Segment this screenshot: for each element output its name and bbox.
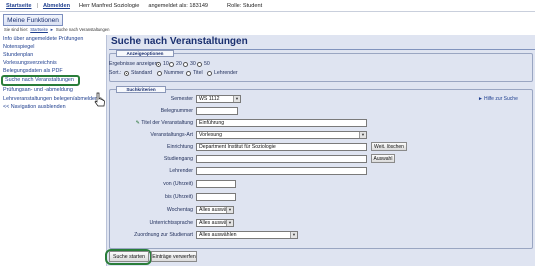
von-uhrzeit-field[interactable] — [196, 180, 236, 188]
einrichtung-field[interactable]: Department Institut für Soziologie — [196, 143, 367, 151]
results-radio-10[interactable] — [156, 61, 161, 67]
top-separator: | — [36, 2, 38, 9]
belegnummer-label: Belegnummer — [160, 108, 193, 114]
zuordnung-select[interactable]: Alles auswählen ▼ — [196, 231, 298, 239]
semester-label: Semester — [170, 96, 193, 102]
user-name: Herr Manfred Soziologie — [79, 2, 140, 9]
results-label: Ergebnisse anzeigen: — [109, 61, 159, 67]
logout-link[interactable]: Abmelden — [43, 3, 70, 9]
veranstaltungsart-label: Veranstaltungs-Art — [150, 132, 193, 138]
chevron-down-icon: ▼ — [226, 220, 233, 226]
bis-uhrzeit-field[interactable] — [196, 193, 236, 201]
tag-icon: ✎ — [135, 120, 140, 126]
display-options-legend: Anzeigeoptionen — [116, 50, 174, 57]
sidebar-item-belegen[interactable]: Lehrveranstaltungen belegen/abmelden — [3, 95, 105, 103]
sort-radio-nummer[interactable] — [157, 70, 162, 76]
zuordnung-label: Zuordnung zur Studienart — [134, 232, 193, 238]
results-radio-30[interactable] — [183, 61, 188, 67]
results-option-50[interactable]: 50 — [197, 61, 210, 67]
chevron-down-icon: ▼ — [233, 96, 240, 102]
breadcrumb: Sie sind hier: Startseite ► Suche nach V… — [4, 27, 109, 32]
chevron-down-icon: ▼ — [359, 132, 366, 138]
search-button[interactable]: Suche starten — [109, 251, 149, 262]
hand-cursor-icon — [94, 92, 105, 107]
reset-button[interactable]: Einträge verwerfen — [151, 251, 197, 262]
sidebar-item-pruefungsanmeldung[interactable]: Prüfungsan- und -abmeldung — [3, 86, 105, 94]
sidebar-item-stundenplan[interactable]: Stundenplan — [3, 51, 105, 59]
von-uhrzeit-label: von (Uhrzeit) — [163, 181, 193, 187]
bis-uhrzeit-label: bis (Uhrzeit) — [165, 194, 193, 200]
sort-option-standard[interactable]: Standard — [124, 70, 152, 76]
search-help-link[interactable]: ► Hilfe zur Suche — [478, 96, 518, 102]
main-panel: Suche nach Veranstaltungen Anzeigeoption… — [105, 35, 535, 266]
page-title: Suche nach Veranstaltungen — [111, 36, 248, 47]
titel-field[interactable]: Einführung — [196, 119, 367, 127]
results-radio-20[interactable] — [169, 61, 174, 67]
chevron-down-icon: ▼ — [226, 207, 233, 213]
sort-radio-standard[interactable] — [124, 70, 129, 76]
sidebar-item-hide-navigation[interactable]: << Navigation ausblenden — [3, 103, 105, 111]
search-help-label: Hilfe zur Suche — [483, 96, 518, 102]
sort-radio-titel[interactable] — [186, 70, 191, 76]
studiengang-label: Studiengang — [163, 156, 193, 162]
wochentag-label: Wochentag — [166, 207, 193, 213]
results-option-10[interactable]: 10 — [156, 61, 169, 67]
chevron-down-icon: ▼ — [290, 232, 297, 238]
veranstaltungsart-select[interactable]: Vorlesung ▼ — [196, 131, 367, 139]
titel-label: ✎ Titel der Veranstaltung — [135, 120, 193, 126]
lehrender-field[interactable] — [196, 167, 367, 175]
breadcrumb-home-link[interactable]: Startseite — [30, 27, 48, 32]
sort-option-lehrender[interactable]: Lehrender — [207, 70, 238, 76]
sidebar-item-vorlesungsverzeichnis[interactable]: Vorlesungsverzeichnis — [3, 59, 105, 67]
top-bar: Startseite | Abmelden Herr Manfred Sozio… — [0, 0, 535, 12]
einrichtung-clear-button[interactable]: Weit. löschen — [371, 142, 407, 151]
breadcrumb-arrow-icon: ► — [49, 27, 54, 32]
einrichtung-label: Einrichtung — [167, 144, 193, 150]
results-option-20[interactable]: 20 — [169, 61, 182, 67]
unterrichtssprache-select[interactable]: Alles auswä ▼ — [196, 219, 234, 227]
sidebar-item-suche[interactable]: Suche nach Veranstaltungen — [1, 75, 80, 87]
sort-option-nummer[interactable]: Nummer — [157, 70, 184, 76]
sort-label: Sort.: — [109, 70, 122, 76]
breadcrumb-current: Suche nach Veranstaltungen — [55, 27, 110, 32]
results-option-30[interactable]: 30 — [183, 61, 196, 67]
belegnummer-field[interactable] — [196, 107, 238, 115]
sidebar-item-notenspiegel[interactable]: Notenspiegel — [3, 43, 105, 51]
start-link[interactable]: Startseite — [6, 3, 32, 9]
my-functions-button[interactable]: Meine Funktionen — [3, 14, 63, 26]
sidebar-item-pruefungsinfo[interactable]: Info über angemeldete Prüfungen — [3, 35, 105, 43]
results-radio-50[interactable] — [197, 61, 202, 67]
display-options-box — [109, 53, 533, 82]
breadcrumb-prefix: Sie sind hier: — [4, 27, 29, 32]
search-criteria-legend: Suchkriterien — [116, 86, 166, 93]
sort-option-titel[interactable]: Titel — [186, 70, 203, 76]
wochentag-select[interactable]: Alles auswä ▼ — [196, 206, 234, 214]
unterrichtssprache-label: Unterrichtssprache — [149, 220, 193, 226]
user-role: Rolle: Student — [227, 2, 263, 9]
sidebar-item-belegungsdaten[interactable]: Belegungsdaten als PDF — [3, 67, 105, 75]
lehrender-label: Lehrender — [169, 168, 193, 174]
sidebar-nav: Info über angemeldete Prüfungen Notenspi… — [1, 35, 105, 111]
sort-radio-lehrender[interactable] — [207, 70, 212, 76]
semester-select[interactable]: WS 1112 ▼ — [196, 95, 241, 103]
login-id: angemeldet als: 183149 — [148, 2, 209, 9]
studiengang-select-button[interactable]: Auswahl — [371, 154, 395, 163]
studiengang-field[interactable] — [196, 155, 367, 163]
help-arrow-icon: ► — [478, 96, 483, 102]
